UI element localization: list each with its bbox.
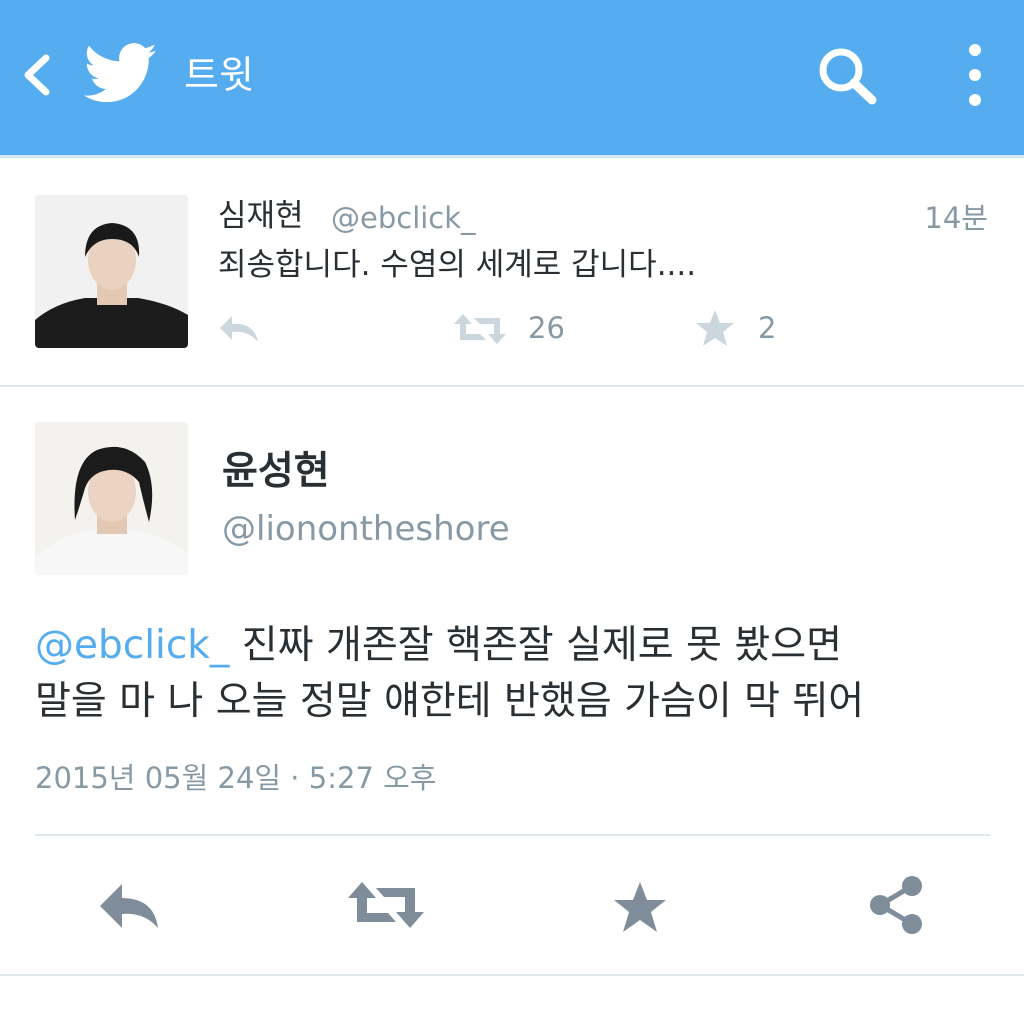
- share-icon: [870, 876, 922, 934]
- avatar[interactable]: [35, 422, 188, 575]
- back-button[interactable]: [14, 50, 58, 100]
- share-button[interactable]: [866, 874, 926, 936]
- star-icon: [696, 310, 734, 346]
- display-name[interactable]: 윤성현: [222, 448, 330, 496]
- retweet-count: 26: [528, 311, 565, 345]
- mention-link[interactable]: @ebclick_: [35, 623, 229, 668]
- reply-button[interactable]: [216, 312, 262, 346]
- reply-icon: [220, 316, 258, 342]
- divider: [0, 385, 1024, 387]
- display-name[interactable]: 심재현: [218, 196, 304, 236]
- search-button[interactable]: [814, 44, 882, 108]
- tweet-text-line2: 말을 마 나 오늘 정말 얘한테 반했음 가슴이 막 뛰어: [35, 679, 865, 724]
- user-handle[interactable]: @ebclick_: [331, 198, 476, 238]
- more-vertical-icon: [969, 44, 981, 106]
- top-app-bar: 트윗: [0, 0, 1024, 155]
- tweet-time: 14분: [924, 201, 988, 235]
- page-title: 트윗: [184, 53, 254, 97]
- divider: [35, 834, 990, 836]
- reply-button[interactable]: [96, 880, 162, 932]
- retweet-icon: [348, 882, 424, 928]
- favorite-button[interactable]: [612, 880, 668, 934]
- user-handle[interactable]: @lionontheshore: [222, 507, 510, 551]
- twitter-bird-icon: [83, 42, 158, 106]
- tweet-text: @ebclick_ 진짜 개존잘 핵존잘 실제로 못 봤으면 말을 마 나 오늘…: [35, 618, 1005, 730]
- retweet-button[interactable]: [452, 312, 508, 346]
- more-options-button[interactable]: [956, 42, 994, 112]
- tweet-text: 죄송합니다. 수염의 세계로 갑니다....: [218, 247, 697, 283]
- replied-tweet[interactable]: 심재현 @ebclick_ 14분 죄송합니다. 수염의 세계로 갑니다....…: [0, 158, 1024, 386]
- tweet-text-line1: 진짜 개존잘 핵존잘 실제로 못 봤으면: [229, 623, 842, 668]
- divider: [0, 974, 1024, 976]
- tweet-timestamp: 2015년 05월 24일 · 5:27 오후: [35, 761, 437, 795]
- reply-icon: [100, 884, 158, 928]
- retweet-button[interactable]: [346, 880, 426, 930]
- retweet-icon: [454, 314, 506, 344]
- favorite-button[interactable]: [694, 308, 736, 348]
- search-icon: [819, 48, 877, 105]
- avatar[interactable]: [35, 195, 188, 348]
- favorite-count: 2: [758, 311, 777, 345]
- star-icon: [614, 882, 666, 932]
- chevron-left-icon: [24, 54, 50, 96]
